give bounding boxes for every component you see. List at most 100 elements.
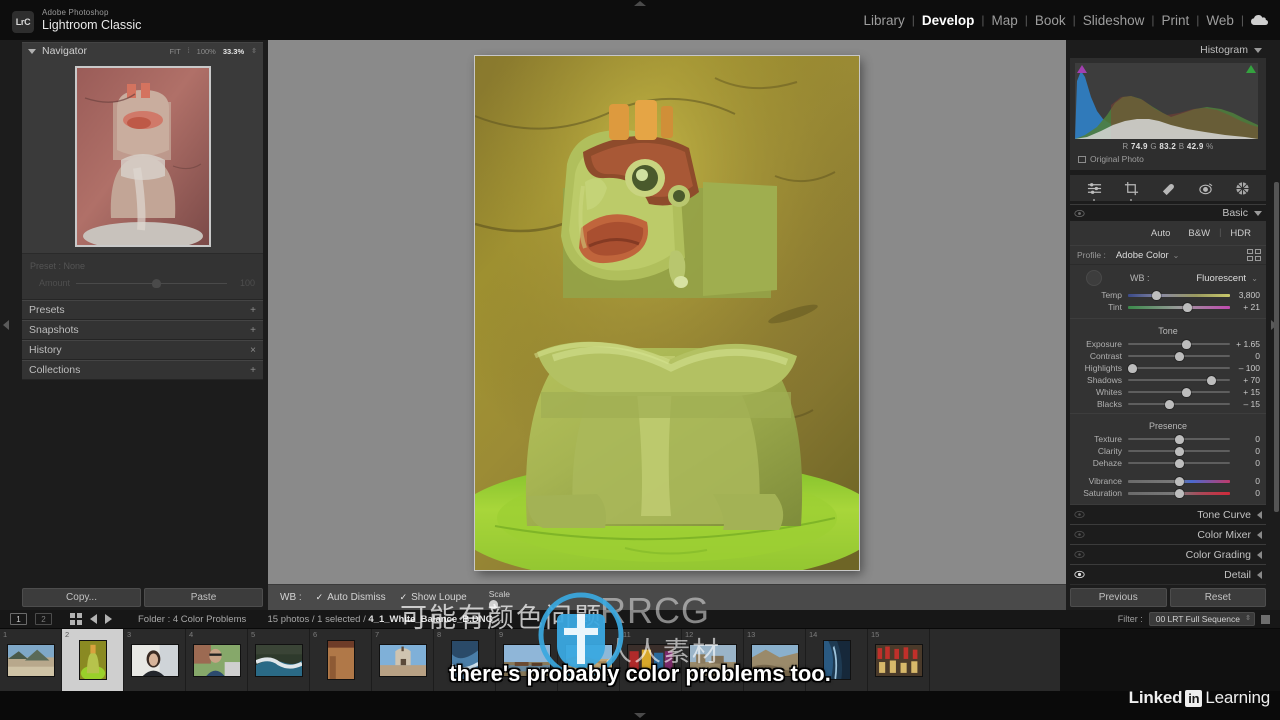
slider-value-highlights[interactable]: – 100 bbox=[1230, 363, 1260, 373]
wb-tint-row[interactable]: Tint + 21 bbox=[1070, 301, 1266, 313]
slider-track-whites[interactable] bbox=[1128, 386, 1230, 398]
tone-blacks-row[interactable]: Blacks – 15 bbox=[1070, 398, 1266, 410]
right-panel-scrollbar[interactable] bbox=[1274, 182, 1279, 512]
paste-button[interactable]: Paste bbox=[144, 587, 263, 607]
chevron-left-icon[interactable] bbox=[1257, 530, 1262, 539]
hdr-button[interactable]: HDR bbox=[1221, 227, 1260, 240]
slider-track-vibrance[interactable] bbox=[1128, 475, 1230, 487]
slider-value-vibrance[interactable]: 0 bbox=[1230, 476, 1260, 486]
masking-icon[interactable] bbox=[1235, 181, 1250, 196]
chevron-left-icon[interactable] bbox=[1257, 550, 1262, 559]
filter-select[interactable]: 00 LRT Full Sequence ⇳ bbox=[1148, 612, 1255, 626]
slider-value-blacks[interactable]: – 15 bbox=[1230, 399, 1260, 409]
collections-add-icon[interactable]: + bbox=[250, 365, 256, 376]
slider-knob-tint[interactable] bbox=[1182, 303, 1192, 312]
grid-view-icon[interactable] bbox=[70, 613, 82, 625]
eye-toggle-icon[interactable] bbox=[1074, 530, 1085, 539]
original-photo-toggle[interactable]: Original Photo bbox=[1075, 151, 1261, 165]
slider-track-clarity[interactable] bbox=[1128, 445, 1230, 457]
zoom-stepper-icon[interactable]: ⇳ bbox=[251, 47, 257, 55]
presence-texture-row[interactable]: Texture 0 bbox=[1070, 433, 1266, 445]
section-color-mixer[interactable]: Color Mixer bbox=[1070, 524, 1266, 544]
presence-clarity-row[interactable]: Clarity 0 bbox=[1070, 445, 1266, 457]
slider-value-dehaze[interactable]: 0 bbox=[1230, 458, 1260, 468]
slider-knob-contrast[interactable] bbox=[1174, 352, 1184, 361]
eye-toggle-icon[interactable] bbox=[1074, 209, 1085, 218]
chevron-down-icon[interactable] bbox=[1254, 210, 1262, 216]
color-vibrance-row[interactable]: Vibrance 0 bbox=[1070, 475, 1266, 487]
scale-slider-knob[interactable] bbox=[488, 599, 498, 609]
slider-value-exposure[interactable]: + 1.65 bbox=[1230, 339, 1260, 349]
bw-button[interactable]: B&W bbox=[1179, 227, 1219, 240]
tone-whites-row[interactable]: Whites + 15 bbox=[1070, 386, 1266, 398]
histogram-header[interactable]: Histogram bbox=[1070, 42, 1266, 58]
snapshots-add-icon[interactable]: + bbox=[250, 325, 256, 336]
next-photo-arrow[interactable] bbox=[105, 614, 112, 624]
slider-knob-exposure[interactable] bbox=[1181, 340, 1191, 349]
filmstrip-collapse-nub[interactable] bbox=[634, 713, 646, 718]
module-slideshow[interactable]: Slideshow bbox=[1076, 13, 1152, 28]
screen-mode-2-button[interactable]: 2 bbox=[35, 613, 52, 625]
chevron-down-icon[interactable] bbox=[1254, 47, 1262, 53]
module-print[interactable]: Print bbox=[1154, 13, 1196, 28]
left-panel-collapse-arrow[interactable] bbox=[3, 320, 9, 330]
slider-knob-shadows[interactable] bbox=[1207, 376, 1217, 385]
slider-track-temp[interactable] bbox=[1128, 289, 1230, 301]
basic-panel-header[interactable]: Basic bbox=[1070, 204, 1266, 221]
crop-icon[interactable] bbox=[1124, 181, 1139, 201]
tone-exposure-row[interactable]: Exposure + 1.65 bbox=[1070, 338, 1266, 350]
slider-track-tint[interactable] bbox=[1128, 301, 1230, 313]
section-detail[interactable]: Detail bbox=[1070, 564, 1266, 584]
zoom-current[interactable]: 33.3% bbox=[223, 47, 244, 56]
top-panel-toggle[interactable] bbox=[634, 1, 646, 6]
healing-brush-icon[interactable] bbox=[1161, 181, 1176, 196]
slider-value-temp[interactable]: 3,800 bbox=[1230, 290, 1260, 300]
slider-track-dehaze[interactable] bbox=[1128, 457, 1230, 469]
tone-shadows-row[interactable]: Shadows + 70 bbox=[1070, 374, 1266, 386]
highlight-clipping-indicator[interactable] bbox=[1246, 65, 1256, 73]
slider-track-texture[interactable] bbox=[1128, 433, 1230, 445]
main-photo[interactable]: Pick a target neutral: R 65.4 G 74.7 B 3… bbox=[475, 56, 859, 570]
slider-track-exposure[interactable] bbox=[1128, 338, 1230, 350]
profile-value[interactable]: Adobe Color bbox=[1116, 250, 1169, 261]
slider-value-texture[interactable]: 0 bbox=[1230, 434, 1260, 444]
reset-button[interactable]: Reset bbox=[1169, 587, 1266, 607]
adjustment-sliders-icon[interactable] bbox=[1087, 181, 1102, 201]
amount-slider-knob[interactable] bbox=[151, 278, 161, 288]
slider-track-saturation[interactable] bbox=[1128, 487, 1230, 499]
chevron-down-icon[interactable]: ⇳ bbox=[1245, 614, 1251, 622]
navigator-header[interactable]: Navigator FIT ⁞ 100% 33.3% ⇳ bbox=[22, 42, 263, 59]
slider-track-shadows[interactable] bbox=[1128, 374, 1230, 386]
red-eye-icon[interactable] bbox=[1198, 181, 1213, 196]
slider-track-highlights[interactable] bbox=[1127, 362, 1230, 374]
eye-toggle-icon[interactable] bbox=[1074, 550, 1085, 559]
section-tone-curve[interactable]: Tone Curve bbox=[1070, 504, 1266, 524]
module-map[interactable]: Map bbox=[985, 13, 1025, 28]
eye-toggle-icon[interactable] bbox=[1074, 510, 1085, 519]
slider-value-tint[interactable]: + 21 bbox=[1230, 302, 1260, 312]
previous-photo-arrow[interactable] bbox=[90, 614, 97, 624]
module-library[interactable]: Library bbox=[856, 13, 911, 28]
wb-preset-value[interactable]: Fluorescent bbox=[1196, 273, 1246, 284]
section-color-grading[interactable]: Color Grading bbox=[1070, 544, 1266, 564]
slider-value-shadows[interactable]: + 70 bbox=[1230, 375, 1260, 385]
slider-value-whites[interactable]: + 15 bbox=[1230, 387, 1260, 397]
presets-add-icon[interactable]: + bbox=[250, 305, 256, 316]
wb-temp-row[interactable]: Temp 3,800 bbox=[1070, 289, 1266, 301]
eye-toggle-icon[interactable] bbox=[1074, 570, 1085, 579]
histogram-graph[interactable] bbox=[1075, 63, 1258, 139]
auto-button[interactable]: Auto bbox=[1142, 227, 1180, 240]
amount-slider[interactable] bbox=[76, 278, 227, 288]
filename-chevron-icon[interactable]: ⌄ bbox=[496, 614, 504, 625]
slider-value-clarity[interactable]: 0 bbox=[1230, 446, 1260, 456]
zoom-fit[interactable]: FIT bbox=[169, 47, 180, 56]
presence-dehaze-row[interactable]: Dehaze 0 bbox=[1070, 457, 1266, 469]
copy-button[interactable]: Copy... bbox=[22, 587, 141, 607]
sidebar-item-snapshots[interactable]: Snapshots + bbox=[22, 320, 263, 340]
slider-knob-dehaze[interactable] bbox=[1174, 459, 1184, 468]
zoom-fit-chevron[interactable]: ⁞ bbox=[188, 48, 190, 55]
tone-contrast-row[interactable]: Contrast 0 bbox=[1070, 350, 1266, 362]
slider-knob-saturation[interactable] bbox=[1174, 489, 1184, 498]
show-loupe-checkbox[interactable]: ✓ Show Loupe bbox=[400, 592, 467, 603]
slider-knob-clarity[interactable] bbox=[1174, 447, 1184, 456]
